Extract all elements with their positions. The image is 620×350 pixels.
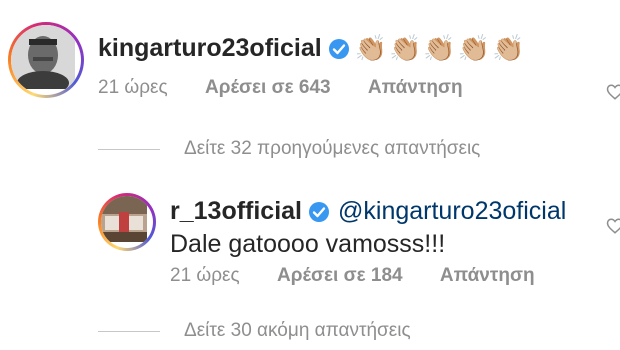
reply-button[interactable]: Απάντηση (368, 77, 463, 98)
clapping-emoji: 👏🏼👏🏼👏🏼👏🏼👏🏼 (354, 33, 527, 63)
view-more-replies[interactable]: Δείτε 30 ακόμη απαντήσεις (98, 320, 411, 342)
comment-meta: 21 ώρες Αρέσει σε 184 Απάντηση (170, 265, 535, 287)
divider (98, 330, 160, 332)
username[interactable]: kingarturo23oficial (98, 34, 322, 63)
comment-text: Dale gatoooo vamosss!!! (170, 230, 446, 258)
view-more-replies-label: Δείτε 30 ακόμη απαντήσεις (184, 320, 411, 341)
verified-badge-icon (328, 38, 350, 60)
username[interactable]: r_13official (170, 197, 302, 226)
timestamp: 21 ώρες (98, 77, 168, 98)
avatar[interactable] (8, 22, 84, 98)
comment-kingarturo: kingarturo23oficial 👏🏼👏🏼👏🏼👏🏼👏🏼 21 ώρες Α… (0, 0, 620, 130)
like-heart-icon[interactable] (606, 217, 620, 235)
view-previous-replies-label: Δείτε 32 προηγούμενες απαντήσεις (184, 138, 481, 159)
avatar[interactable] (98, 193, 156, 251)
profile-photo-icon (101, 196, 153, 248)
mention-link[interactable]: @kingarturo23oficial (338, 197, 566, 226)
comment-meta: 21 ώρες Αρέσει σε 643 Απάντηση (98, 77, 463, 99)
likes-count[interactable]: Αρέσει σε 184 (277, 265, 403, 286)
profile-photo-icon (11, 25, 81, 95)
reply-button[interactable]: Απάντηση (440, 265, 535, 286)
verified-badge-icon (308, 201, 330, 223)
comment-r13official: r_13official @kingarturo23oficial Dale g… (0, 180, 620, 300)
likes-count[interactable]: Αρέσει σε 643 (205, 77, 331, 98)
timestamp: 21 ώρες (170, 265, 240, 286)
divider (98, 148, 160, 150)
like-heart-icon[interactable] (606, 83, 620, 101)
view-previous-replies[interactable]: Δείτε 32 προηγούμενες απαντήσεις (98, 138, 480, 160)
